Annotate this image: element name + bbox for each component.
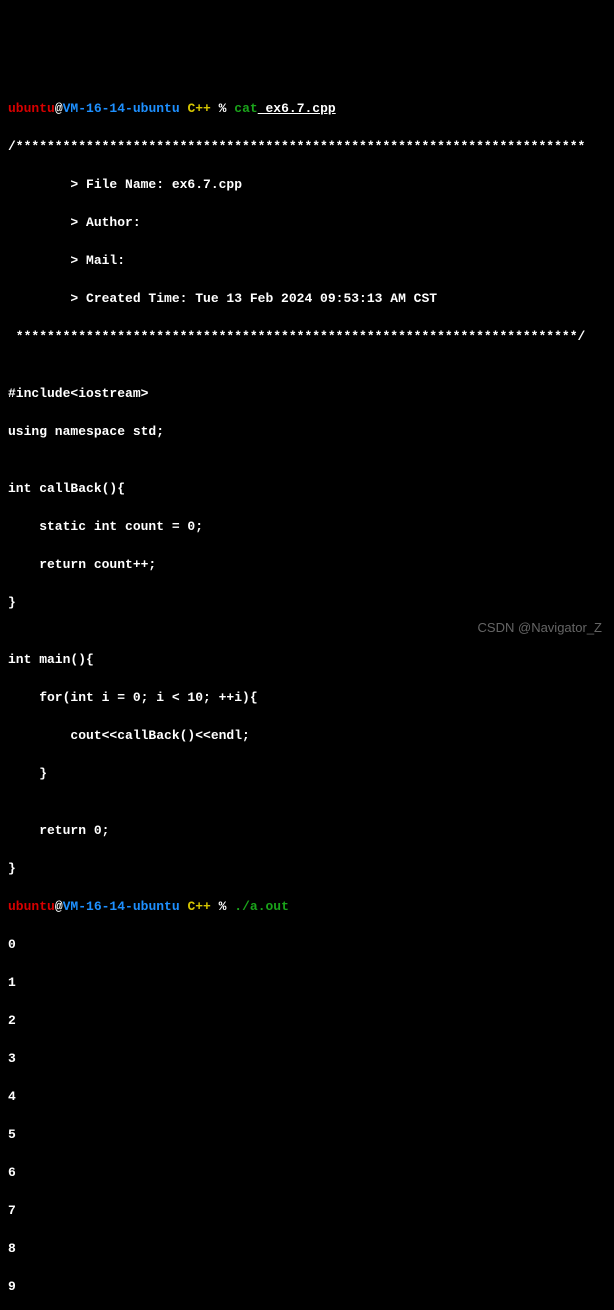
cmd-arg-filename: ex6.7.cpp — [258, 101, 336, 116]
file-header-open: /***************************************… — [8, 137, 606, 156]
output-8: 8 — [8, 1239, 606, 1258]
output-2: 2 — [8, 1011, 606, 1030]
output-0: 0 — [8, 935, 606, 954]
watermark: CSDN @Navigator_Z — [478, 618, 602, 637]
src-for-close: } — [8, 764, 606, 783]
prompt-at: @ — [55, 101, 63, 116]
file-header-author: > Author: — [8, 213, 606, 232]
file-header-close: ****************************************… — [8, 327, 606, 346]
output-7: 7 — [8, 1201, 606, 1220]
file-header-filename: > File Name: ex6.7.cpp — [8, 175, 606, 194]
output-5: 5 — [8, 1125, 606, 1144]
src-static-count: static int count = 0; — [8, 517, 606, 536]
output-4: 4 — [8, 1087, 606, 1106]
terminal-output: ubuntu@VM-16-14-ubuntu C++ % cat ex6.7.c… — [8, 80, 606, 1310]
prompt-percent: % — [211, 899, 227, 914]
prompt-line-2[interactable]: ubuntu@VM-16-14-ubuntu C++ % ./a.out — [8, 897, 606, 916]
prompt-dir: C++ — [180, 899, 211, 914]
src-include: #include<iostream> — [8, 384, 606, 403]
output-1: 1 — [8, 973, 606, 992]
src-main-close: } — [8, 859, 606, 878]
prompt-host: VM-16-14-ubuntu — [63, 899, 180, 914]
file-header-created: > Created Time: Tue 13 Feb 2024 09:53:13… — [8, 289, 606, 308]
prompt-user: ubuntu — [8, 101, 55, 116]
prompt-host: VM-16-14-ubuntu — [63, 101, 180, 116]
prompt-percent: % — [211, 101, 227, 116]
prompt-dir: C++ — [180, 101, 211, 116]
prompt-at: @ — [55, 899, 63, 914]
output-9: 9 — [8, 1277, 606, 1296]
src-return-count: return count++; — [8, 555, 606, 574]
src-main-decl: int main(){ — [8, 650, 606, 669]
src-return-0: return 0; — [8, 821, 606, 840]
src-callback-decl: int callBack(){ — [8, 479, 606, 498]
cmd-cat: cat — [226, 101, 257, 116]
output-3: 3 — [8, 1049, 606, 1068]
src-callback-close: } — [8, 593, 606, 612]
src-using: using namespace std; — [8, 422, 606, 441]
prompt-user: ubuntu — [8, 899, 55, 914]
src-cout: cout<<callBack()<<endl; — [8, 726, 606, 745]
cmd-run: ./a.out — [226, 899, 288, 914]
src-for: for(int i = 0; i < 10; ++i){ — [8, 688, 606, 707]
file-header-mail: > Mail: — [8, 251, 606, 270]
prompt-line-1[interactable]: ubuntu@VM-16-14-ubuntu C++ % cat ex6.7.c… — [8, 99, 606, 118]
output-6: 6 — [8, 1163, 606, 1182]
